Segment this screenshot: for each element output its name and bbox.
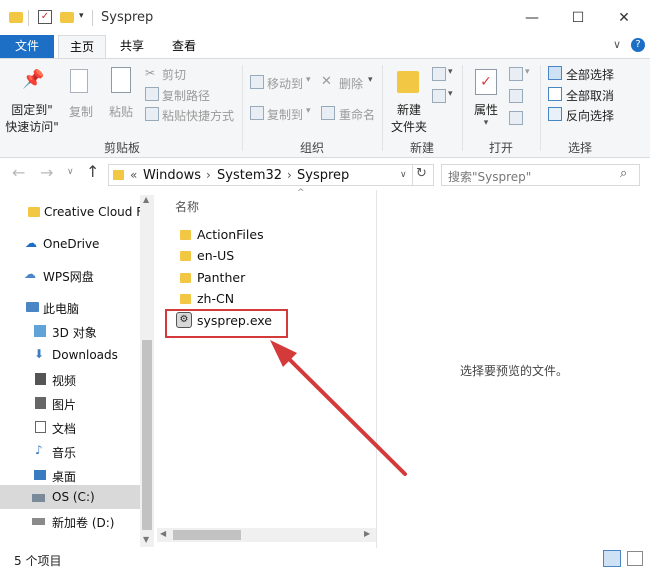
arrow-shaft	[281, 351, 407, 476]
annotation-arrow	[270, 340, 407, 476]
